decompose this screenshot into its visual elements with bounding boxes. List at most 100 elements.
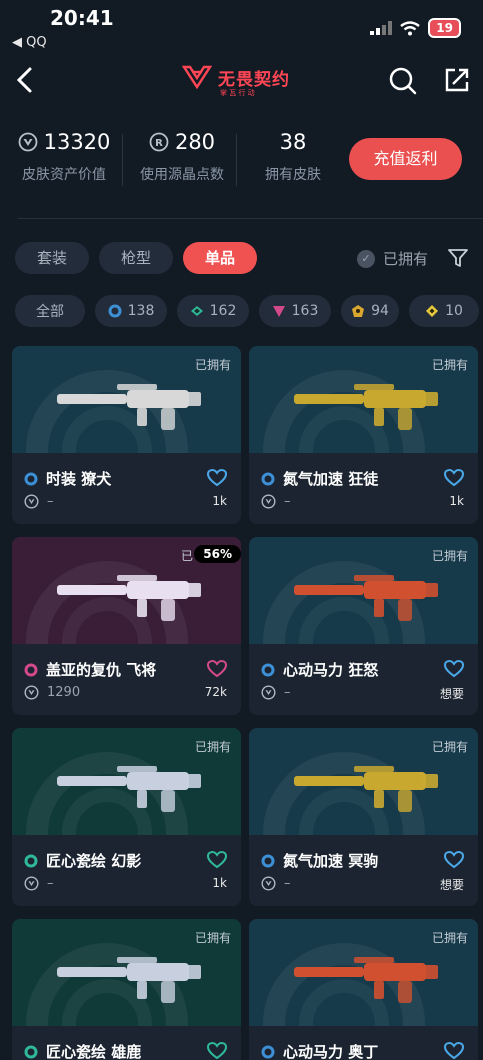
chip-label: 94 — [371, 303, 389, 319]
valorant-logo-icon — [182, 65, 212, 90]
stat-value: 13320 — [43, 130, 111, 154]
skin-name-row: 匠心瓷绘 雄鹿 — [24, 1041, 229, 1060]
chip-premium-tier[interactable]: 163 — [259, 295, 331, 327]
select-tier-icon — [108, 304, 122, 318]
skin-name: 盖亚的复仇 飞将 — [46, 661, 157, 679]
heart-icon[interactable] — [207, 1042, 227, 1060]
vp-icon — [261, 876, 276, 891]
owned-filter-label: 已拥有 — [383, 250, 429, 268]
like-count: 72k — [204, 685, 227, 699]
skin-name-row: 时装 獠犬 — [24, 468, 229, 489]
tier-icon — [24, 472, 38, 485]
skin-price: – — [284, 876, 291, 891]
chip-exclusive-tier[interactable]: 94 — [341, 295, 399, 327]
owned-tag: 已 — [180, 549, 193, 563]
heart-icon[interactable] — [444, 660, 464, 678]
chip-all[interactable]: 全部 — [15, 295, 85, 327]
price-row: – — [261, 876, 291, 891]
heart-icon[interactable] — [444, 851, 464, 869]
skin-card[interactable]: 已 56% 盖亚的复仇 飞将 1290 72k — [12, 537, 241, 715]
percent-badge: 56% — [194, 545, 241, 563]
chip-select-tier[interactable]: 138 — [95, 295, 167, 327]
skin-name-row: 心动马力 奥丁 — [261, 1041, 466, 1060]
divider — [236, 134, 237, 186]
tier-icon — [261, 663, 275, 676]
skin-name: 时装 獠犬 — [46, 470, 112, 488]
stat-radianite: R 280 使用源晶点数 — [132, 130, 232, 184]
skin-name-row: 匠心瓷绘 幻影 — [24, 850, 229, 871]
skin-price: 1290 — [47, 685, 81, 700]
skin-card[interactable]: 已拥有匠心瓷绘 雄鹿– — [12, 919, 241, 1060]
skin-name-row: 氮气加速 冥驹 — [261, 850, 466, 871]
skin-card[interactable]: 已拥有心动马力 奥丁– — [249, 919, 478, 1060]
price-row: 1290 — [24, 685, 80, 700]
search-icon[interactable] — [388, 66, 418, 96]
skin-price: – — [284, 685, 291, 700]
skin-name: 匠心瓷绘 幻影 — [46, 852, 142, 870]
premium-tier-icon — [272, 306, 285, 317]
back-arrow-icon[interactable] — [14, 66, 38, 94]
vp-icon — [24, 876, 39, 891]
recharge-button[interactable]: 充值返利 — [349, 138, 462, 180]
stat-skin-value: 13320 皮肤资产价值 — [14, 130, 114, 184]
battery-indicator: 19 — [428, 18, 461, 38]
chip-deluxe-tier[interactable]: 162 — [177, 295, 249, 327]
skin-card[interactable]: 已拥有 匠心瓷绘 幻影 – 1k — [12, 728, 241, 906]
stat-owned-skins: 38 拥有皮肤 — [248, 130, 338, 184]
tab-single-item[interactable]: 单品 — [183, 242, 257, 274]
chip-ultra-tier[interactable]: 10 — [409, 295, 479, 327]
stat-value: 280 — [174, 130, 216, 154]
like-count: 想要 — [439, 878, 464, 892]
stat-label: 拥有皮肤 — [265, 167, 321, 183]
heart-icon[interactable] — [207, 851, 227, 869]
price-row: – — [24, 876, 54, 891]
exclusive-tier-icon — [352, 305, 365, 317]
heart-icon[interactable] — [207, 660, 227, 678]
like-count: 1k — [449, 494, 464, 508]
system-icons: 19 — [370, 18, 461, 38]
skin-name: 氮气加速 冥驹 — [283, 852, 379, 870]
ultra-tier-icon — [426, 305, 439, 317]
chip-label: 全部 — [36, 304, 64, 320]
tier-icon — [24, 1045, 38, 1058]
owned-tag: 已拥有 — [431, 740, 468, 754]
stat-label: 使用源晶点数 — [140, 167, 224, 183]
skin-price: – — [284, 494, 291, 509]
filter-icon[interactable] — [447, 247, 469, 269]
chip-label: 138 — [127, 303, 155, 319]
tab-bundle[interactable]: 套装 — [15, 242, 89, 274]
skin-name: 氮气加速 狂徒 — [283, 470, 379, 488]
back-to-app-link[interactable]: ◀ QQ — [12, 35, 47, 50]
tier-filter-chips: 全部 138 162 163 94 10 — [15, 295, 479, 327]
skin-card[interactable]: 已拥有 心动马力 狂怒 – 想要 — [249, 537, 478, 715]
chip-label: 10 — [445, 303, 463, 319]
divider — [18, 218, 483, 219]
price-row: – — [261, 685, 291, 700]
skin-card[interactable]: 已拥有 氮气加速 狂徒 – 1k — [249, 346, 478, 524]
tier-icon — [261, 472, 275, 485]
skin-card[interactable]: 已拥有氮气加速 冥驹 – 想要 — [249, 728, 478, 906]
like-count: 1k — [212, 494, 227, 508]
skin-card[interactable]: 已拥有 时装 獠犬 – 1k — [12, 346, 241, 524]
price-row: – — [24, 494, 54, 509]
deluxe-tier-icon — [190, 306, 203, 316]
heart-icon[interactable] — [444, 1042, 464, 1060]
tier-icon — [24, 854, 38, 867]
vp-icon — [261, 685, 276, 700]
signal-icon — [370, 21, 393, 35]
owned-tag: 已拥有 — [194, 740, 231, 754]
logo-subtitle: 掌 瓦 行 动 — [220, 89, 255, 97]
tab-gun-type[interactable]: 枪型 — [99, 242, 173, 274]
skin-price: – — [47, 876, 54, 891]
heart-icon[interactable] — [444, 469, 464, 487]
chip-label: 162 — [209, 303, 237, 319]
skin-price: – — [47, 494, 54, 509]
tier-icon — [261, 1045, 275, 1058]
svg-text:R: R — [155, 138, 163, 149]
owned-filter-toggle[interactable]: ✓ 已拥有 — [357, 248, 428, 269]
heart-icon[interactable] — [207, 469, 227, 487]
skin-name: 心动马力 狂怒 — [283, 661, 379, 679]
vp-icon — [24, 494, 39, 509]
share-icon[interactable] — [443, 66, 471, 94]
price-row: – — [261, 494, 291, 509]
